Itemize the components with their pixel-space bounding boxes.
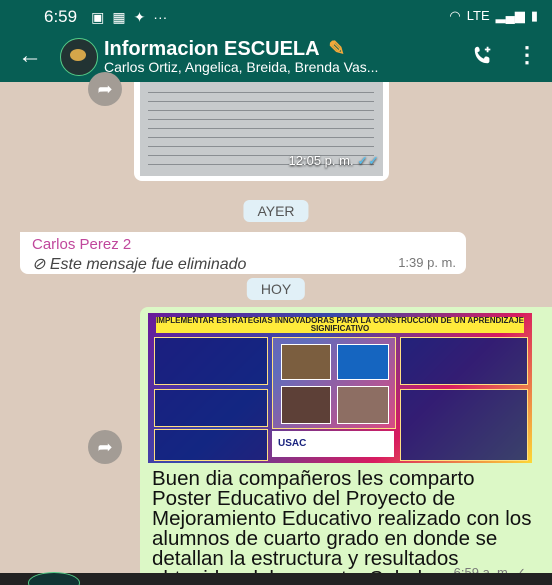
add-call-icon[interactable] — [472, 44, 494, 72]
whatsapp-chat-screen: 6:59 ▣ ▦ ✦ ··· ◠ LTE ▂▄▆ ▮ ← Informacion… — [0, 0, 552, 585]
poster-photo — [337, 386, 389, 424]
deleted-message[interactable]: Carlos Perez 2 ⊘ Este mensaje fue elimin… — [20, 232, 466, 274]
battery-icon: ▮ — [530, 8, 538, 23]
pencil-emoji-icon: ✎ — [328, 38, 346, 60]
status-system-icons: ◠ LTE ▂▄▆ ▮ — [449, 8, 538, 24]
signal-icon: ▂▄▆ — [495, 8, 525, 23]
read-ticks-icon: ✓✓ — [357, 153, 379, 168]
poster-photo — [281, 344, 331, 380]
app-icon: ▦ — [112, 8, 126, 25]
status-time: 6:59 — [44, 7, 78, 26]
bottom-bar — [0, 573, 552, 585]
document-image-message[interactable]: 12:05 p. m. ✓✓ — [134, 82, 389, 181]
doc-time-text: 12:05 p. m. — [288, 153, 354, 168]
network-label: LTE — [466, 8, 490, 23]
date-chip-today: HOY — [246, 278, 306, 300]
more-vert-icon[interactable]: ⋮ — [516, 42, 538, 68]
chat-header: ← Informacion ESCUELA ✎ Carlos Ortiz, An… — [0, 34, 552, 82]
chat-area[interactable]: 12:05 p. m. ✓✓ ➦ AYER Carlos Perez 2 ⊘ E… — [0, 72, 552, 585]
outgoing-image-message[interactable]: IMPLEMENTAR ESTRATEGIAS INNOVADORAS PARA… — [140, 307, 552, 585]
deleted-message-body: ⊘ Este mensaje fue eliminado — [32, 254, 246, 274]
deleted-icon: ⊘ — [32, 256, 50, 273]
poster-photo — [337, 344, 389, 380]
wifi-icon: ◠ — [449, 8, 461, 23]
gallery-icon: ▣ — [91, 8, 105, 25]
more-dots: ··· — [153, 9, 168, 25]
group-avatar[interactable] — [60, 38, 98, 76]
poster-panel — [154, 389, 268, 427]
twitter-icon: ✦ — [133, 8, 146, 25]
date-chip-yesterday: AYER — [243, 200, 309, 222]
message-time: 1:39 p. m. — [398, 255, 456, 270]
poster-image[interactable]: IMPLEMENTAR ESTRATEGIAS INNOVADORAS PARA… — [148, 313, 532, 463]
status-bar: 6:59 ▣ ▦ ✦ ··· ◠ LTE ▂▄▆ ▮ — [0, 0, 552, 34]
poster-panel — [154, 429, 268, 461]
poster-title: IMPLEMENTAR ESTRATEGIAS INNOVADORAS PARA… — [156, 316, 524, 333]
message-sender[interactable]: Carlos Perez 2 — [32, 236, 131, 253]
chat-title-text: Informacion ESCUELA — [104, 38, 319, 60]
participants-list[interactable]: Carlos Ortiz, Angelica, Breida, Brenda V… — [104, 59, 378, 75]
poster-panel — [400, 389, 528, 461]
poster-photo — [281, 386, 331, 424]
poster-photo-panel — [272, 337, 396, 429]
message-time: 12:05 p. m. ✓✓ — [289, 153, 379, 169]
usac-logo: USAC — [278, 438, 307, 449]
forward-icon[interactable]: ➦ — [88, 72, 122, 106]
poster-logos: USAC — [272, 431, 394, 457]
poster-panel — [154, 337, 268, 385]
poster-panel — [400, 337, 528, 385]
forward-icon[interactable]: ➦ — [88, 430, 122, 464]
add-call-svg — [474, 46, 491, 64]
deleted-message-text: Este mensaje fue eliminado — [49, 256, 247, 273]
chat-title[interactable]: Informacion ESCUELA ✎ — [104, 36, 345, 61]
status-notification-icons: ▣ ▦ ✦ ··· — [91, 9, 167, 26]
back-arrow-icon[interactable]: ← — [18, 42, 42, 70]
